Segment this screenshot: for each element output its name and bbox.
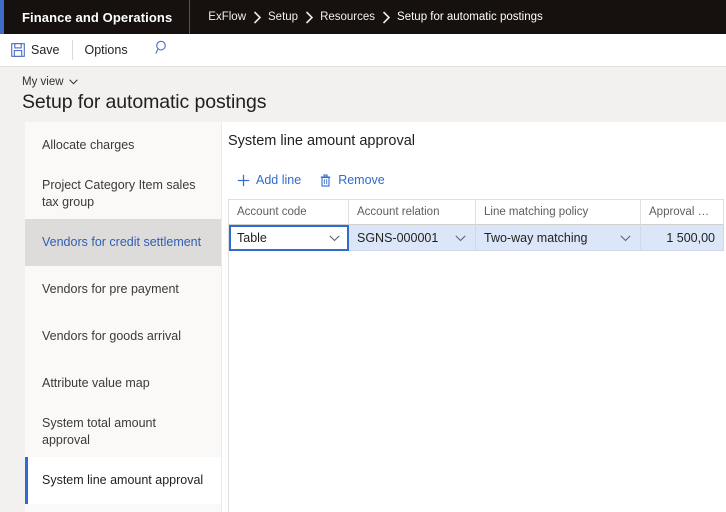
- sidebar-item-system-total-amount-approval[interactable]: System total amount approval: [25, 407, 221, 457]
- options-button[interactable]: Options: [74, 34, 139, 66]
- column-header-account-code[interactable]: Account code: [229, 200, 349, 225]
- chevron-down-icon[interactable]: [620, 231, 632, 245]
- add-line-button[interactable]: Add line: [228, 167, 310, 193]
- top-navigation-bar: Finance and Operations ExFlow Setup Reso…: [0, 0, 726, 34]
- page-body: Allocate charges Project Category Item s…: [0, 122, 726, 512]
- data-grid: Account code Account relation Line match…: [228, 199, 724, 512]
- column-header-account-relation[interactable]: Account relation: [349, 200, 476, 225]
- cell-approval-amount[interactable]: 1 500,00: [641, 225, 724, 251]
- plus-icon: [237, 174, 250, 187]
- sidebar-item-project-category-item-sales-tax-group[interactable]: Project Category Item sales tax group: [25, 169, 221, 219]
- sidebar-item-vendors-for-credit-settlement[interactable]: Vendors for credit settlement: [25, 219, 221, 266]
- settings-navigation-sidebar: Allocate charges Project Category Item s…: [25, 122, 222, 512]
- options-button-label: Options: [84, 43, 128, 57]
- cell-approval-amount-value: 1 500,00: [666, 230, 715, 245]
- search-icon: [155, 40, 170, 60]
- view-selector-label: My view: [22, 76, 64, 88]
- cell-account-code-value: Table: [237, 231, 267, 245]
- sidebar-item-label: Vendors for credit settlement: [42, 235, 202, 249]
- grid-empty-area: [229, 251, 724, 512]
- page-header: My view Setup for automatic postings: [0, 67, 726, 122]
- sidebar-item-label: System total amount approval: [42, 416, 156, 447]
- remove-button-label: Remove: [338, 173, 385, 187]
- search-button[interactable]: [147, 34, 179, 66]
- sidebar-item-label: System line amount approval: [42, 473, 204, 487]
- cell-account-relation-value: SGNS-000001: [357, 230, 439, 245]
- add-line-button-label: Add line: [256, 173, 302, 187]
- section-title: System line amount approval: [228, 133, 415, 149]
- sidebar-item-vendors-for-goods-arrival[interactable]: Vendors for goods arrival: [25, 313, 221, 360]
- sidebar-item-allocate-charges[interactable]: Allocate charges: [25, 122, 221, 169]
- cell-line-matching-policy[interactable]: Two-way matching: [476, 225, 641, 251]
- column-header-line-matching-policy[interactable]: Line matching policy: [476, 200, 641, 225]
- remove-button[interactable]: Remove: [310, 167, 394, 193]
- breadcrumb-item-current[interactable]: Setup for automatic postings: [396, 11, 544, 23]
- chevron-right-icon: [376, 10, 396, 24]
- breadcrumb-item-resources[interactable]: Resources: [319, 11, 376, 23]
- table-row[interactable]: Table SGNS-000001 Two-way matching 1 500…: [229, 225, 724, 251]
- sidebar-item-label: Allocate charges: [42, 138, 135, 152]
- grid-header-row: Account code Account relation Line match…: [229, 200, 724, 225]
- save-button[interactable]: Save: [0, 34, 71, 66]
- cell-account-relation[interactable]: SGNS-000001: [349, 225, 476, 251]
- sidebar-item-label: Attribute value map: [42, 376, 150, 390]
- action-pane-toolbar: Save Options: [0, 34, 726, 67]
- page-title: Setup for automatic postings: [22, 91, 267, 113]
- application-window: Finance and Operations ExFlow Setup Reso…: [0, 0, 726, 512]
- chevron-right-icon: [299, 10, 319, 24]
- chevron-down-icon[interactable]: [329, 231, 341, 245]
- view-selector[interactable]: My view: [22, 76, 78, 88]
- grid-toolbar: Add line Remove: [228, 167, 394, 193]
- breadcrumb-item-setup[interactable]: Setup: [267, 11, 299, 23]
- breadcrumb: ExFlow Setup Resources Setup for automat…: [190, 10, 544, 24]
- chevron-down-icon[interactable]: [455, 231, 467, 245]
- breadcrumb-item-exflow[interactable]: ExFlow: [207, 11, 247, 23]
- sidebar-item-label: Vendors for pre payment: [42, 282, 179, 296]
- sidebar-item-label: Project Category Item sales tax group: [42, 178, 196, 209]
- chevron-down-icon: [68, 76, 78, 88]
- chevron-right-icon: [247, 10, 267, 24]
- main-content-panel: System line amount approval Add line Rem…: [222, 122, 726, 512]
- save-floppy-icon: [11, 43, 25, 57]
- sidebar-item-label: Vendors for goods arrival: [42, 329, 181, 343]
- cell-account-code[interactable]: Table: [229, 225, 349, 251]
- save-button-label: Save: [31, 43, 60, 57]
- app-title: Finance and Operations: [22, 9, 173, 25]
- toolbar-divider: [71, 40, 73, 60]
- sidebar-item-system-line-amount-approval[interactable]: System line amount approval: [25, 457, 221, 504]
- cell-line-matching-policy-value: Two-way matching: [484, 230, 588, 245]
- column-header-approval-amount[interactable]: Approval amou...: [641, 200, 724, 225]
- trash-icon: [319, 173, 332, 187]
- sidebar-item-vendors-for-pre-payment[interactable]: Vendors for pre payment: [25, 266, 221, 313]
- sidebar-item-attribute-value-map[interactable]: Attribute value map: [25, 360, 221, 407]
